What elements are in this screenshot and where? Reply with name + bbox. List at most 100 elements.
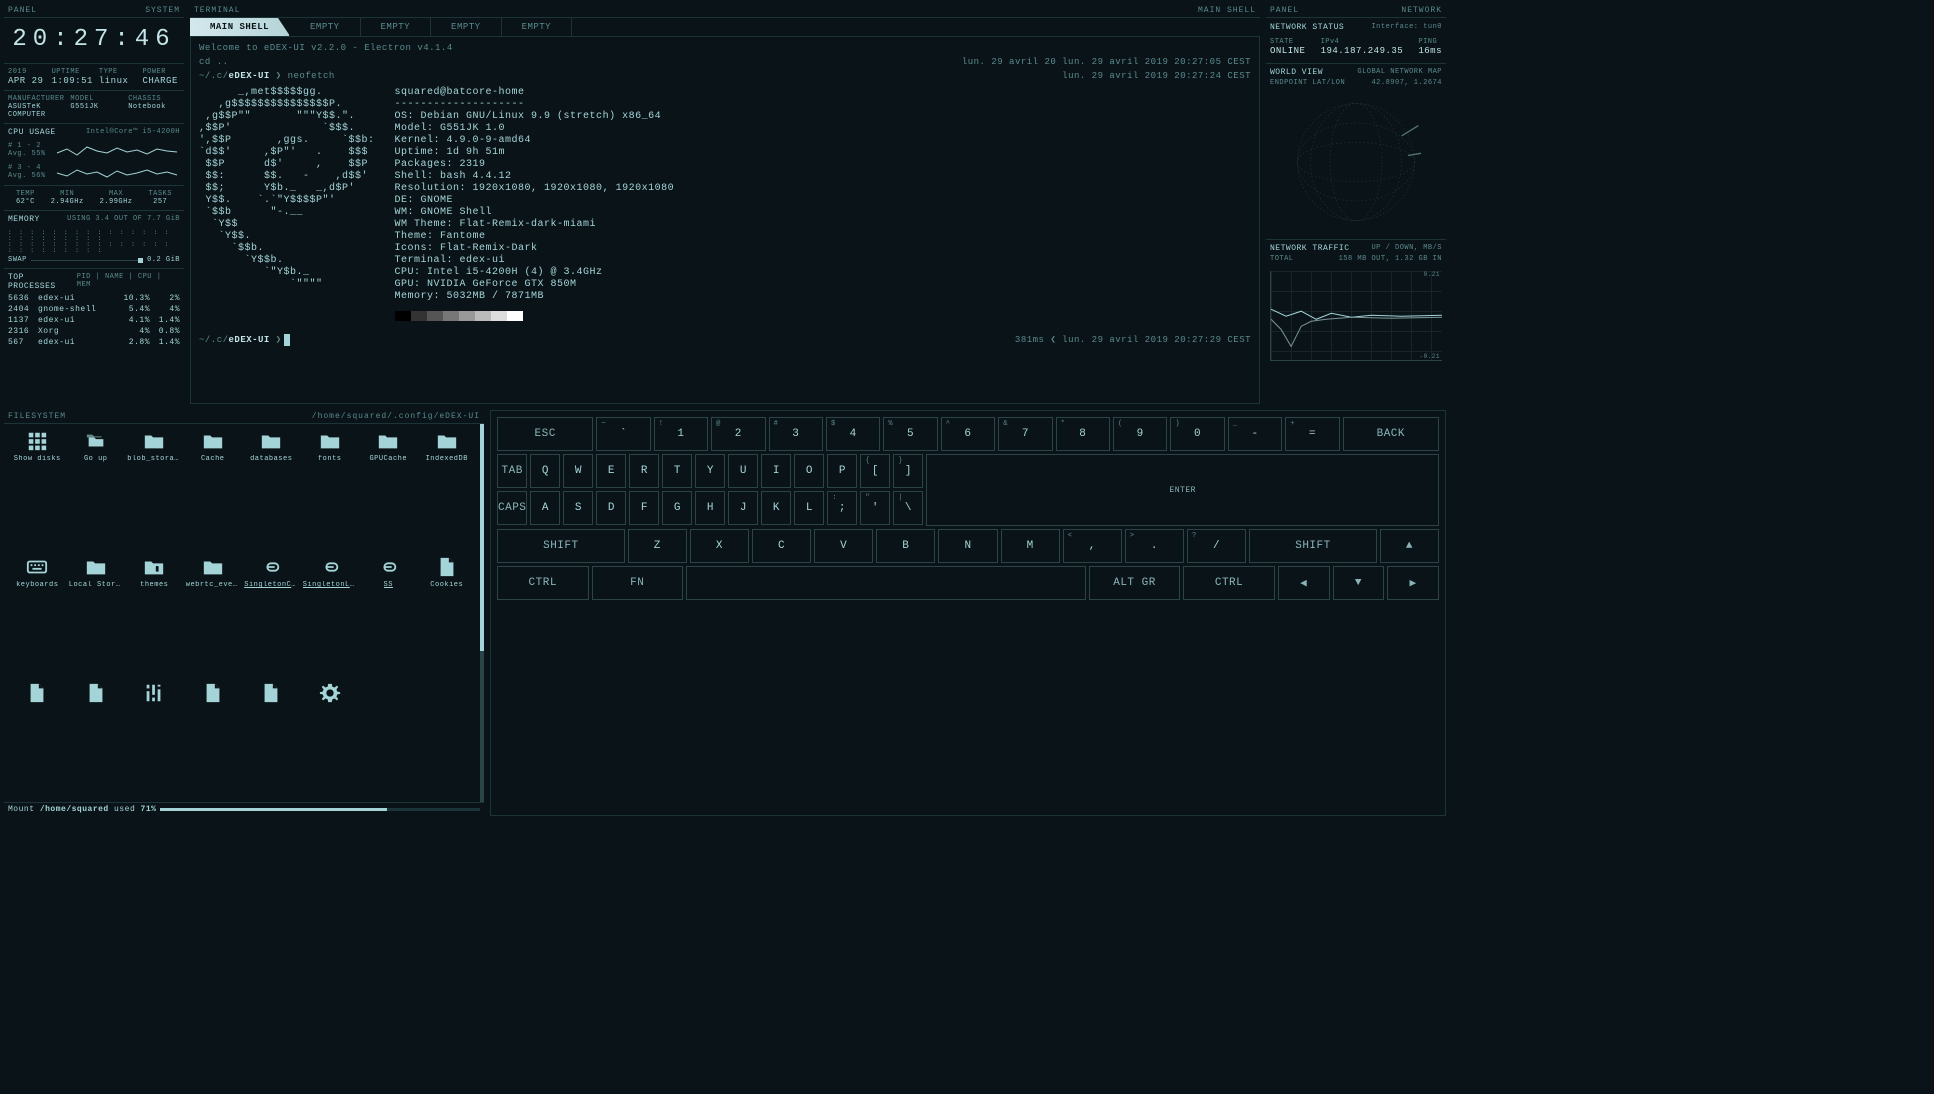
fs-item[interactable]: keyboards xyxy=(10,556,65,678)
key-z[interactable]: Z xyxy=(628,529,687,563)
key-r[interactable]: R xyxy=(629,454,659,488)
fs-item[interactable]: blob_storage xyxy=(127,430,182,552)
fs-item[interactable] xyxy=(303,682,358,796)
key-shift[interactable]: SHIFT xyxy=(497,529,625,563)
key-t[interactable]: T xyxy=(662,454,692,488)
key-u[interactable]: U xyxy=(728,454,758,488)
key-caps[interactable]: CAPS xyxy=(497,491,527,525)
fs-item[interactable]: Show disks xyxy=(10,430,65,552)
key-i[interactable]: I xyxy=(761,454,791,488)
key-0[interactable]: )0 xyxy=(1170,417,1224,451)
fs-item[interactable]: themes xyxy=(127,556,182,678)
fs-item[interactable]: GPUCache xyxy=(361,430,416,552)
fs-item[interactable]: databases xyxy=(244,430,299,552)
key-shift[interactable]: SHIFT xyxy=(1249,529,1377,563)
key-fn[interactable]: FN xyxy=(592,566,684,600)
key-4[interactable]: $4 xyxy=(826,417,880,451)
key-ctrl[interactable]: CTRL xyxy=(497,566,589,600)
tab-empty[interactable]: EMPTY xyxy=(502,18,573,36)
key-b[interactable]: B xyxy=(876,529,935,563)
fs-item[interactable]: Go up xyxy=(69,430,124,552)
key-\[interactable]: |\ xyxy=(893,491,923,525)
key-esc[interactable]: ESC xyxy=(497,417,593,451)
key--[interactable]: _- xyxy=(1228,417,1282,451)
key-y[interactable]: Y xyxy=(695,454,725,488)
key-▲[interactable]: ▲ xyxy=(1380,529,1439,563)
fs-item[interactable]: webrtc_even… xyxy=(186,556,241,678)
fs-item[interactable]: SingletonCo… xyxy=(244,556,299,678)
fs-item[interactable]: Local Storage xyxy=(69,556,124,678)
key-.[interactable]: >. xyxy=(1125,529,1184,563)
key-f[interactable]: F xyxy=(629,491,659,525)
tab-empty[interactable]: EMPTY xyxy=(431,18,502,36)
fs-item[interactable] xyxy=(10,682,65,796)
color-blocks xyxy=(395,311,675,321)
key-j[interactable]: J xyxy=(728,491,758,525)
fs-item[interactable] xyxy=(244,682,299,796)
fs-item[interactable] xyxy=(69,682,124,796)
key-a[interactable]: A xyxy=(530,491,560,525)
key-e[interactable]: E xyxy=(596,454,626,488)
key-o[interactable]: O xyxy=(794,454,824,488)
key-7[interactable]: &7 xyxy=(998,417,1052,451)
key-g[interactable]: G xyxy=(662,491,692,525)
folder-icon xyxy=(433,430,461,452)
key-6[interactable]: ^6 xyxy=(941,417,995,451)
fs-item[interactable]: IndexedDB xyxy=(420,430,475,552)
key-w[interactable]: W xyxy=(563,454,593,488)
fs-item[interactable]: Cookies xyxy=(420,556,475,678)
key-q[interactable]: Q xyxy=(530,454,560,488)
fs-item[interactable] xyxy=(127,682,182,796)
key-;[interactable]: :; xyxy=(827,491,857,525)
memory-dots: : : : : : : : : : : : : : : : : : : : : … xyxy=(4,226,184,254)
key-2[interactable]: @2 xyxy=(711,417,765,451)
key-/[interactable]: ?/ xyxy=(1187,529,1246,563)
key-d[interactable]: D xyxy=(596,491,626,525)
key-p[interactable]: P xyxy=(827,454,857,488)
fs-item[interactable]: SingletonLock xyxy=(303,556,358,678)
file-icon xyxy=(199,682,227,704)
key-n[interactable]: N xyxy=(938,529,997,563)
key-l[interactable]: L xyxy=(794,491,824,525)
key-blank[interactable] xyxy=(686,566,1086,600)
key-s[interactable]: S xyxy=(563,491,593,525)
key-`[interactable]: ~` xyxy=(596,417,650,451)
terminal-output[interactable]: Welcome to eDEX-UI v2.2.0 - Electron v4.… xyxy=(190,37,1260,404)
key-[[interactable]: {[ xyxy=(860,454,890,488)
fs-item[interactable]: fonts xyxy=(303,430,358,552)
key-9[interactable]: (9 xyxy=(1113,417,1167,451)
key-▶[interactable]: ▶ xyxy=(1387,566,1439,600)
key-◀[interactable]: ◀ xyxy=(1278,566,1330,600)
key-ctrl[interactable]: CTRL xyxy=(1183,566,1275,600)
fs-item[interactable]: SS xyxy=(361,556,416,678)
tab-main-shell[interactable]: MAIN SHELL xyxy=(190,18,290,36)
key-=[interactable]: += xyxy=(1285,417,1339,451)
key-v[interactable]: V xyxy=(814,529,873,563)
tab-empty[interactable]: EMPTY xyxy=(361,18,432,36)
globe-icon xyxy=(1266,87,1446,237)
key-enter[interactable]: ENTER xyxy=(926,454,1439,526)
key-h[interactable]: H xyxy=(695,491,725,525)
key-'[interactable]: "' xyxy=(860,491,890,525)
link-icon xyxy=(374,556,402,578)
key-,[interactable]: <, xyxy=(1063,529,1122,563)
key-x[interactable]: X xyxy=(690,529,749,563)
key-back[interactable]: BACK xyxy=(1343,417,1439,451)
key-1[interactable]: !1 xyxy=(654,417,708,451)
key-5[interactable]: %5 xyxy=(883,417,937,451)
key-m[interactable]: M xyxy=(1001,529,1060,563)
key-▼[interactable]: ▼ xyxy=(1333,566,1385,600)
key-8[interactable]: *8 xyxy=(1056,417,1110,451)
traffic-chart: 0.21 -0.21 xyxy=(1270,271,1442,361)
key-][interactable]: }] xyxy=(893,454,923,488)
key-3[interactable]: #3 xyxy=(769,417,823,451)
scrollbar[interactable] xyxy=(480,424,484,802)
key-c[interactable]: C xyxy=(752,529,811,563)
key-tab[interactable]: TAB xyxy=(497,454,527,488)
tab-empty[interactable]: EMPTY xyxy=(290,18,361,36)
file-icon xyxy=(433,556,461,578)
key-alt gr[interactable]: ALT GR xyxy=(1089,566,1181,600)
fs-item[interactable] xyxy=(186,682,241,796)
key-k[interactable]: K xyxy=(761,491,791,525)
fs-item[interactable]: Cache xyxy=(186,430,241,552)
